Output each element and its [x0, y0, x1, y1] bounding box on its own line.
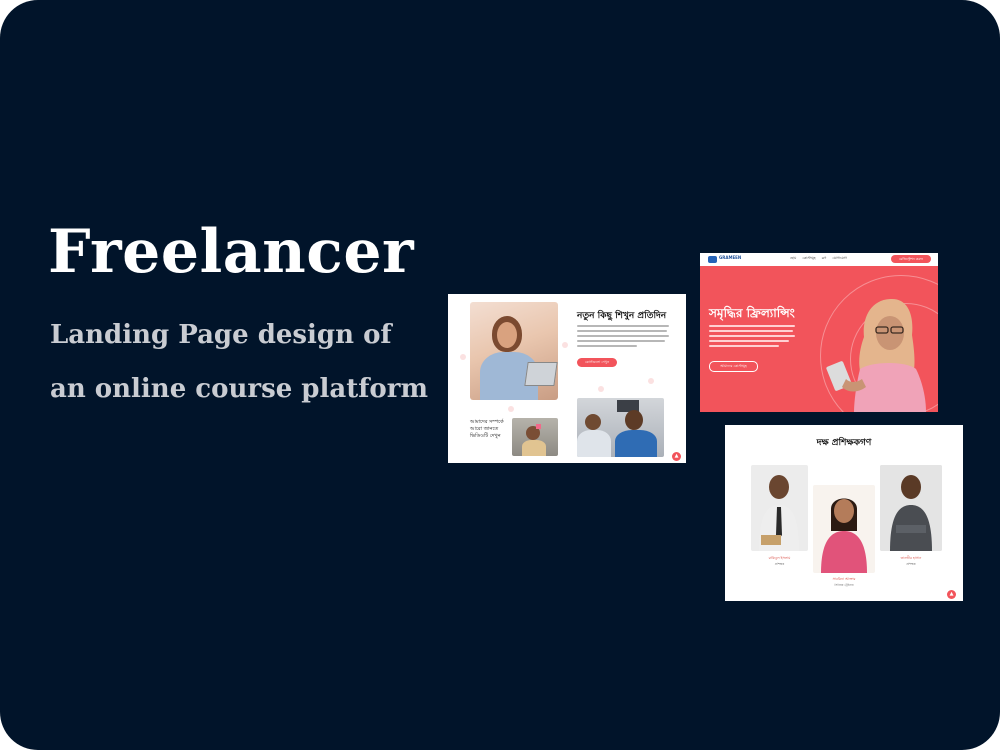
logo-text[interactable]: GRAMEEN: [719, 256, 741, 260]
nav-item-home[interactable]: হোম: [790, 256, 796, 260]
arrow-up-icon[interactable]: ▲: [947, 590, 956, 599]
office-photo: [577, 398, 664, 457]
hero-page-heading: সমৃদ্ধির ফ্রিল্যান্সিং: [709, 306, 795, 320]
slide-background: Freelancer Landing Page design of an onl…: [0, 0, 1000, 750]
decor-dot: [562, 342, 568, 348]
nav-item-courses[interactable]: কোর্সসমূহ: [802, 256, 815, 260]
logo-icon[interactable]: [708, 256, 717, 263]
preview-card-trainers: দক্ষ প্রশিক্ষকগণ রাকিবুল ইসলাম প্রশিক্ষক…: [725, 425, 963, 601]
decor-dot: [648, 378, 654, 384]
nav-bar: GRAMEEN হোম কোর্সসমূহ ব্লগ যোগাযোগ রেজিস…: [700, 253, 938, 266]
student-photo: [470, 302, 558, 400]
nav-menu: হোম কোর্সসমূহ ব্লগ যোগাযোগ: [790, 256, 852, 262]
nav-item-contact[interactable]: যোগাযোগ: [832, 256, 847, 260]
hero-subtitle: Landing Page design of an online course …: [50, 320, 428, 404]
nav-item-blog[interactable]: ব্লগ: [822, 256, 827, 260]
hero-title: Freelancer: [48, 217, 415, 287]
preview-card-learn: নতুন কিছু শিখুন প্রতিদিন কোর্সগুলো দেখুন…: [448, 294, 686, 463]
learn-description: [577, 325, 669, 350]
decor-dot: [508, 406, 514, 412]
trainer-role: সিনিয়র ট্রেইনার: [834, 583, 854, 587]
our-courses-button[interactable]: আমাদের কোর্সসমূহ: [709, 361, 758, 372]
video-thumbnail[interactable]: [512, 418, 558, 456]
woman-with-tablet-illustration: [826, 299, 926, 412]
decor-dot: [460, 354, 466, 360]
trainer-photo: [751, 465, 808, 551]
trainers-heading: দক্ষ প্রশিক্ষকগণ: [816, 438, 872, 448]
arrow-up-icon[interactable]: ▲: [672, 452, 681, 461]
video-prompt-text: আমাদের সম্পর্কে আরো জানতে ভিডিওটি দেখুন: [470, 419, 504, 439]
learn-heading: নতুন কিছু শিখুন প্রতিদিন: [577, 311, 667, 321]
trainer-photo: [880, 465, 942, 551]
preview-card-hero: GRAMEEN হোম কোর্সসমূহ ব্লগ যোগাযোগ রেজিস…: [700, 253, 938, 412]
hero-page-description: [709, 325, 795, 350]
carousel-dots: [833, 592, 858, 601]
trainer-role: প্রশিক্ষক: [906, 562, 916, 566]
register-button[interactable]: রেজিস্ট্রেশন করুন: [891, 255, 931, 263]
trainer-photo: [813, 485, 875, 573]
view-courses-button[interactable]: কোর্সগুলো দেখুন: [577, 358, 617, 367]
decor-dot: [598, 386, 604, 392]
trainer-role: প্রশিক্ষক: [774, 562, 785, 566]
